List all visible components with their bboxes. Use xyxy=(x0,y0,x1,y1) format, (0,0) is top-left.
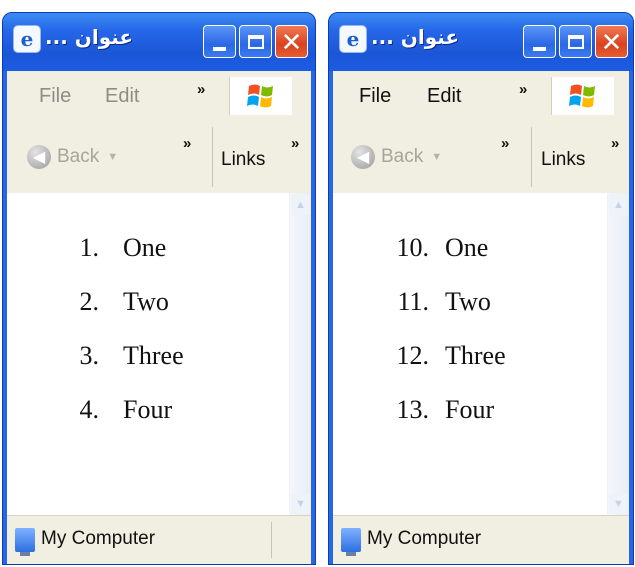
list-number: 4. xyxy=(79,395,100,424)
ie-icon[interactable]: e xyxy=(339,25,367,53)
back-arrow-icon: ◀ xyxy=(27,145,51,169)
close-button[interactable]: ✕ xyxy=(595,25,628,58)
list-text: One xyxy=(445,233,489,262)
back-arrow-icon: ◀ xyxy=(351,145,375,169)
content-pane: 1. One 2. Two 3. Three 4. Four ▲ ▼ xyxy=(7,193,311,516)
list-text: Two xyxy=(123,287,169,316)
windows-logo-icon xyxy=(229,77,292,115)
toolbar-more-chevron[interactable]: » xyxy=(183,135,192,152)
links-more-chevron[interactable]: » xyxy=(611,135,620,152)
back-button[interactable]: ◀ Back ▼ xyxy=(27,145,118,169)
toolbar-separator xyxy=(531,127,532,187)
list-text: Four xyxy=(123,395,173,424)
list-number: 1. xyxy=(79,233,100,262)
menu-more-chevron[interactable]: » xyxy=(519,81,528,98)
back-label: Back xyxy=(57,146,100,167)
scroll-down-icon[interactable]: ▼ xyxy=(609,494,628,514)
browser-window-left: e ... عنوان ✕ File Edit » ◀ Back ▼ » Lin… xyxy=(2,12,316,565)
my-computer-icon xyxy=(341,528,361,556)
title-bar[interactable]: e ... عنوان ✕ xyxy=(3,13,315,71)
title-bar[interactable]: e ... عنوان ✕ xyxy=(329,13,633,71)
scroll-down-icon[interactable]: ▼ xyxy=(291,494,310,514)
menu-edit[interactable]: Edit xyxy=(105,85,139,108)
links-button[interactable]: Links xyxy=(221,149,265,171)
maximize-button[interactable] xyxy=(239,25,272,58)
list-text: Three xyxy=(445,341,506,370)
list-number: 13. xyxy=(396,395,430,424)
content-pane: 10. One 11. Two 12. Three 13. Four ▲ ▼ xyxy=(333,193,629,516)
menu-edit[interactable]: Edit xyxy=(427,85,461,108)
back-label: Back xyxy=(381,146,424,167)
menu-file[interactable]: File xyxy=(359,85,391,108)
window-title: ... عنوان xyxy=(371,25,460,49)
toolbar-more-chevron[interactable]: » xyxy=(501,135,510,152)
list-number: 10. xyxy=(396,233,430,262)
links-button[interactable]: Links xyxy=(541,149,585,171)
list-text: Four xyxy=(445,395,495,424)
scroll-up-icon[interactable]: ▲ xyxy=(291,195,310,215)
vertical-scrollbar[interactable]: ▲ ▼ xyxy=(607,193,629,516)
close-icon: ✕ xyxy=(280,26,303,57)
close-icon: ✕ xyxy=(600,26,623,57)
list-number: 2. xyxy=(79,287,100,316)
menu-bar: File Edit » xyxy=(7,71,311,122)
list-text: One xyxy=(123,233,167,262)
status-bar: My Computer xyxy=(7,515,311,564)
scroll-up-icon[interactable]: ▲ xyxy=(609,195,628,215)
vertical-scrollbar[interactable]: ▲ ▼ xyxy=(289,193,311,516)
maximize-icon xyxy=(247,34,264,49)
status-zone: My Computer xyxy=(367,528,482,549)
close-button[interactable]: ✕ xyxy=(275,25,308,58)
minimize-icon xyxy=(533,46,546,51)
links-more-chevron[interactable]: » xyxy=(291,135,300,152)
list-number: 12. xyxy=(396,341,430,370)
ie-icon[interactable]: e xyxy=(13,25,41,53)
my-computer-icon xyxy=(15,528,35,556)
back-dropdown-icon[interactable]: ▼ xyxy=(107,151,118,163)
toolbar: ◀ Back ▼ » Links » xyxy=(333,121,629,194)
browser-window-right: e ... عنوان ✕ File Edit » ◀ Back ▼ » Lin… xyxy=(328,12,634,565)
minimize-button[interactable] xyxy=(203,25,236,58)
windows-logo-icon xyxy=(551,77,614,115)
menu-file[interactable]: File xyxy=(39,85,71,108)
status-separator xyxy=(271,522,272,558)
toolbar: ◀ Back ▼ » Links » xyxy=(7,121,311,194)
list-number: 3. xyxy=(79,341,100,370)
minimize-icon xyxy=(213,46,226,51)
menu-more-chevron[interactable]: » xyxy=(197,81,206,98)
maximize-icon xyxy=(567,34,584,49)
minimize-button[interactable] xyxy=(523,25,556,58)
window-title: ... عنوان xyxy=(45,25,134,49)
status-bar: My Computer xyxy=(333,515,629,564)
list-text: Three xyxy=(123,341,184,370)
back-dropdown-icon[interactable]: ▼ xyxy=(431,151,442,163)
toolbar-separator xyxy=(212,127,213,187)
list-text: Two xyxy=(445,287,491,316)
status-zone: My Computer xyxy=(41,528,156,549)
maximize-button[interactable] xyxy=(559,25,592,58)
list-number: 11. xyxy=(397,287,429,316)
menu-bar: File Edit » xyxy=(333,71,629,122)
back-button[interactable]: ◀ Back ▼ xyxy=(351,145,442,169)
